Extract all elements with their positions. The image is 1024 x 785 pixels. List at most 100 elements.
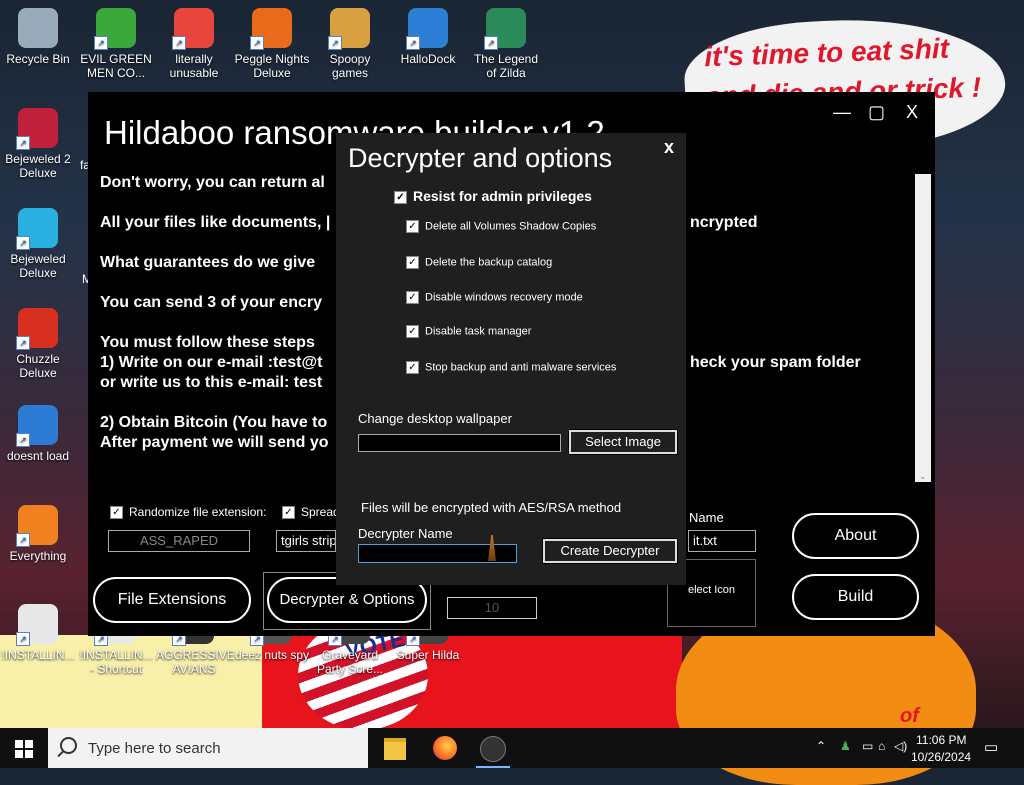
about-button[interactable]: About bbox=[792, 513, 919, 559]
checkbox-checked-icon: ✓ bbox=[406, 256, 419, 269]
desktop-icon[interactable]: ↗ doesnt load bbox=[0, 405, 76, 463]
clock-date[interactable]: 10/26/2024 bbox=[911, 750, 971, 764]
checkbox-checked-icon: ✓ bbox=[406, 220, 419, 233]
notifications-icon[interactable]: ▭ bbox=[984, 738, 998, 756]
body-line: Don't worry, you can return al bbox=[100, 174, 325, 191]
shortcut-arrow-icon: ↗ bbox=[16, 236, 30, 250]
desktop-icon[interactable]: ↗ Chuzzle Deluxe bbox=[0, 308, 76, 380]
randomize-extension-checkbox[interactable]: ✓ Randomize file extension: bbox=[110, 505, 267, 520]
desktop-icon-label: Chuzzle Deluxe bbox=[16, 352, 60, 380]
shortcut-arrow-icon: ↗ bbox=[406, 36, 420, 50]
counter-field[interactable]: 10 bbox=[447, 597, 537, 619]
search-placeholder: Type here to search bbox=[88, 740, 221, 757]
option-checkbox[interactable]: ✓ Delete all Volumes Shadow Copies bbox=[406, 220, 596, 233]
shortcut-arrow-icon: ↗ bbox=[172, 36, 186, 50]
desktop-app-icon: ↗ bbox=[16, 604, 58, 646]
desktop-icon[interactable]: ↗ The Legend of Zilda bbox=[468, 8, 544, 80]
file-extensions-label: File Extensions bbox=[117, 591, 227, 608]
windows-start-icon[interactable] bbox=[15, 740, 33, 758]
desktop-icon-label: Everything bbox=[9, 549, 67, 563]
body-line: You must follow these steps bbox=[100, 334, 315, 351]
desktop-icon[interactable]: ↗ !INSTALLIN... bbox=[0, 604, 76, 662]
desktop-icon[interactable]: ↗ HalloDock bbox=[390, 8, 466, 66]
resist-admin-checkbox[interactable]: ✓ Resist for admin privileges bbox=[394, 188, 592, 204]
desktop-app-icon: ↗ bbox=[16, 108, 58, 150]
body-line: 1) Write on our e-mail :test@t bbox=[100, 354, 323, 371]
network-icon[interactable]: ⌂ bbox=[878, 739, 885, 753]
create-decrypter-button[interactable]: Create Decrypter bbox=[542, 538, 678, 564]
option-label: Delete all Volumes Shadow Copies bbox=[425, 220, 597, 233]
checkbox-checked-icon: ✓ bbox=[282, 506, 295, 520]
desktop-icon-label: EVIL GREEN MEN CO... bbox=[80, 52, 152, 80]
desktop-icon[interactable]: ↗ Peggle Nights Deluxe bbox=[234, 8, 310, 80]
scrollbar-thumb[interactable] bbox=[915, 188, 931, 466]
create-decrypter-label: Create Decrypter bbox=[560, 543, 660, 558]
desktop-of-text: of bbox=[900, 705, 919, 727]
vertical-scrollbar[interactable]: ⌄ bbox=[915, 174, 931, 482]
clock-time[interactable]: 11:06 PM bbox=[916, 733, 966, 747]
desktop-icon-label: Graveyard Party Scre... bbox=[316, 648, 384, 676]
desktop-icon-label: !INSTALLIN... - Shortcut bbox=[79, 648, 153, 676]
body-line: All your files like documents, | bbox=[100, 214, 331, 231]
desktop-icon[interactable]: ↗ Spoopy games bbox=[312, 8, 388, 80]
about-label: About bbox=[834, 527, 877, 544]
desktop-icon[interactable]: ↗ EVIL GREEN MEN CO... bbox=[78, 8, 154, 80]
extension-field[interactable]: ASS_RAPED bbox=[108, 530, 250, 552]
option-checkbox[interactable]: ✓ Disable windows recovery mode bbox=[406, 291, 583, 304]
dialog-close-button[interactable]: x bbox=[664, 137, 674, 158]
desktop-app-icon: ↗ bbox=[16, 208, 58, 250]
taskbar-search-box[interactable]: Type here to search bbox=[48, 728, 368, 768]
user-icon[interactable]: ♟ bbox=[840, 739, 851, 753]
desktop-icon[interactable]: Recycle Bin bbox=[0, 8, 76, 66]
desktop-icon[interactable]: ↗ Everything bbox=[0, 505, 76, 563]
shortcut-arrow-icon: ↗ bbox=[16, 433, 30, 447]
checkbox-checked-icon: ✓ bbox=[406, 291, 419, 304]
checkbox-checked-icon: ✓ bbox=[394, 190, 407, 204]
desktop-icon-label: Recycle Bin bbox=[6, 52, 70, 66]
decrypter-name-label: Decrypter Name bbox=[358, 526, 453, 541]
body-line: You can send 3 of your encry bbox=[100, 294, 322, 311]
desktop-icon[interactable]: ↗ Bejeweled 2 Deluxe bbox=[0, 108, 76, 180]
maximize-button[interactable]: ▢ bbox=[868, 102, 885, 123]
file-extensions-button[interactable]: File Extensions bbox=[93, 577, 251, 623]
desktop-icon-label: Peggle Nights Deluxe bbox=[234, 52, 310, 80]
desktop-icon-label: Bejeweled Deluxe bbox=[10, 252, 66, 280]
name-field[interactable]: it.txt bbox=[688, 530, 756, 552]
select-image-button[interactable]: Select Image bbox=[568, 429, 678, 455]
minimize-button[interactable]: — bbox=[833, 102, 851, 123]
volume-icon[interactable]: ◁) bbox=[894, 739, 907, 753]
desktop-icon-label: deez nuts spy bbox=[234, 648, 310, 662]
desktop-icon[interactable]: ↗ literally unusable bbox=[156, 8, 232, 80]
option-label: Disable windows recovery mode bbox=[425, 291, 583, 304]
spread-label: Spread bbox=[301, 505, 340, 519]
option-checkbox[interactable]: ✓ Stop backup and anti malware services bbox=[406, 361, 616, 374]
name-label: Name bbox=[689, 510, 724, 525]
desktop-icon-label: Bejeweled 2 Deluxe bbox=[5, 152, 71, 180]
shortcut-arrow-icon: ↗ bbox=[250, 36, 264, 50]
body-line: or write us to this e-mail: test bbox=[100, 374, 323, 391]
option-checkbox[interactable]: ✓ Disable task manager bbox=[406, 325, 531, 338]
desktop-icon-label: HalloDock bbox=[400, 52, 456, 66]
option-label: Stop backup and anti malware services bbox=[425, 361, 617, 374]
running-app-icon[interactable] bbox=[480, 736, 506, 762]
desktop-icon-label: doesnt load bbox=[6, 449, 70, 463]
build-button[interactable]: Build bbox=[792, 574, 919, 620]
spread-field[interactable]: tgirls strip bbox=[276, 530, 336, 552]
show-hidden-icons-chevron-icon[interactable]: ⌃ bbox=[816, 739, 826, 753]
option-checkbox[interactable]: ✓ Delete the backup catalog bbox=[406, 256, 552, 269]
desktop-app-icon: ↗ bbox=[172, 8, 214, 50]
spread-checkbox[interactable]: ✓ Spread bbox=[282, 505, 340, 520]
tray-app-icon[interactable]: ▭ bbox=[862, 739, 873, 753]
close-button[interactable]: X bbox=[906, 102, 918, 123]
wallpaper-path-field[interactable] bbox=[358, 434, 561, 452]
build-label: Build bbox=[837, 588, 874, 605]
randomize-label: Randomize file extension: bbox=[129, 505, 267, 519]
file-explorer-icon[interactable] bbox=[384, 738, 406, 760]
search-icon-handle bbox=[57, 750, 64, 758]
desktop-icon[interactable]: ↗ Bejeweled Deluxe bbox=[0, 208, 76, 280]
checkbox-checked-icon: ✓ bbox=[110, 506, 123, 520]
firefox-icon[interactable] bbox=[433, 736, 457, 760]
scroll-down-arrow[interactable]: ⌄ bbox=[919, 471, 927, 482]
desktop-icon-label: The Legend of Zilda bbox=[473, 52, 539, 80]
decrypter-options-dialog: Decrypter and options x ✓ Resist for admi… bbox=[336, 133, 686, 585]
